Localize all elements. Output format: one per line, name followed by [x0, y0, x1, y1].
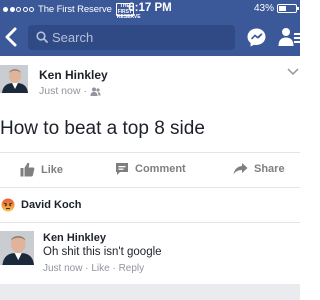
status-bar: The First Reserve THE FIRST RESERVE 6:17… — [0, 0, 300, 20]
search-icon — [36, 31, 48, 43]
post-meta: Just now · — [39, 85, 101, 97]
thumbs-up-icon — [20, 162, 35, 177]
share-button[interactable]: Share — [233, 162, 285, 175]
meta-separator: · — [83, 85, 87, 97]
post-text: How to beat a top 8 side — [0, 118, 205, 139]
share-arrow-icon — [233, 163, 248, 175]
messenger-icon[interactable] — [246, 27, 267, 48]
comment: Ken Hinkley Oh shit this isn't google Ju… — [0, 222, 300, 286]
reactor-name: David Koch — [21, 199, 82, 211]
comment-text: Oh shit this isn't google — [43, 246, 162, 258]
comment-label: Comment — [135, 163, 186, 175]
comment-meta[interactable]: Just now · Like · Reply — [43, 263, 144, 274]
angry-emoji-icon — [1, 198, 15, 212]
post-actions: Like Comment Share — [0, 152, 300, 188]
search-input[interactable] — [52, 29, 222, 46]
like-label: Like — [41, 163, 64, 176]
comment-button[interactable]: Comment — [115, 162, 186, 176]
friends-icon[interactable] — [278, 27, 300, 47]
battery-percent: 43% — [253, 3, 274, 14]
comment-author[interactable]: Ken Hinkley — [43, 232, 106, 244]
search-bar[interactable] — [28, 25, 235, 50]
privacy-friends-icon — [90, 87, 101, 96]
post-author[interactable]: Ken Hinkley — [39, 68, 108, 82]
comment-avatar[interactable] — [0, 231, 34, 265]
post-time[interactable]: Just now — [39, 85, 80, 97]
share-label: Share — [254, 162, 285, 175]
like-button[interactable]: Like — [20, 162, 63, 177]
battery-status: 43% — [253, 3, 299, 14]
reaction-summary[interactable]: David Koch — [0, 190, 300, 220]
comment-icon — [116, 163, 128, 175]
battery-icon — [277, 4, 299, 13]
feed-divider — [0, 284, 300, 300]
avatar[interactable] — [0, 65, 28, 93]
back-icon[interactable] — [2, 25, 22, 49]
chevron-down-icon[interactable] — [287, 68, 299, 76]
navigation-bar — [0, 18, 300, 56]
